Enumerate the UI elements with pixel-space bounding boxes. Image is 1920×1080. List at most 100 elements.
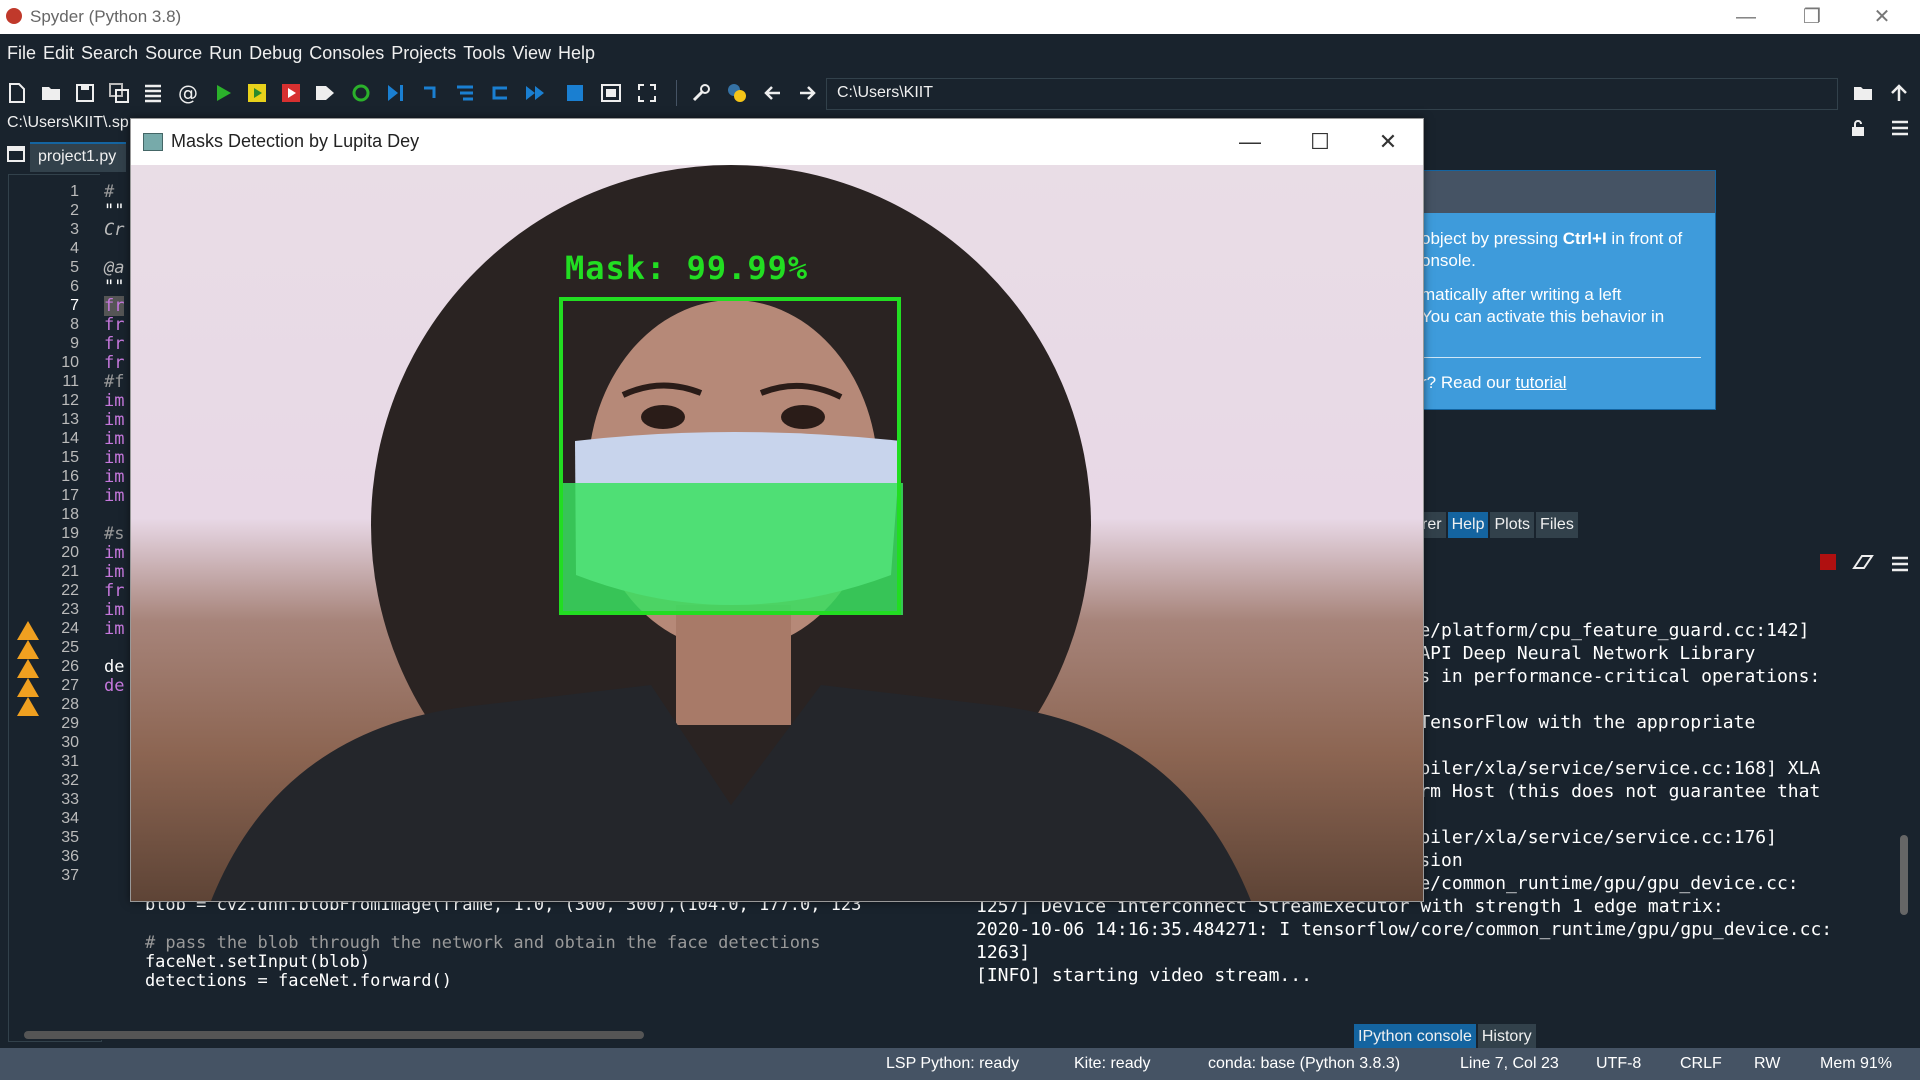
help-text-line: You can activate this behavior in: [1421, 307, 1665, 326]
line-number: 5: [70, 259, 79, 276]
code-line: "": [104, 277, 125, 297]
line-number: 14: [61, 430, 79, 447]
line-number: 1: [70, 183, 79, 200]
save-icon[interactable]: [74, 82, 96, 104]
menu-view[interactable]: View: [512, 43, 551, 64]
warning-icon[interactable]: [17, 659, 39, 678]
open-file-icon[interactable]: [40, 82, 62, 104]
line-number: 10: [61, 354, 79, 371]
preferences-wrench-icon[interactable]: [690, 82, 712, 104]
console-line: ild TensorFlow with the appropriate: [1376, 712, 1756, 733]
console-line: /core/common_runtime/gpu/gpu_device.cc:: [1376, 873, 1799, 894]
tab-history[interactable]: History: [1477, 1024, 1536, 1050]
console-vertical-scrollbar[interactable]: [1900, 835, 1908, 915]
code-line: faceNet.setInput(blob): [104, 952, 371, 972]
forward-arrow-icon[interactable]: [796, 82, 818, 104]
step-icon[interactable]: [420, 82, 442, 104]
help-text-line: r? Read our tutorial: [1421, 373, 1567, 393]
options-menu-icon[interactable]: [1890, 118, 1910, 138]
run-cell-icon[interactable]: [246, 82, 268, 104]
line-number: 30: [61, 734, 79, 751]
line-number: 32: [61, 772, 79, 789]
run-icon[interactable]: [212, 82, 234, 104]
restore-button[interactable]: ❐: [1782, 0, 1842, 34]
at-icon[interactable]: @: [176, 82, 198, 104]
console-line: atform Host (this does not guarantee tha…: [1376, 781, 1821, 802]
save-all-icon[interactable]: [108, 82, 130, 104]
browse-tabs-icon[interactable]: [6, 144, 26, 164]
back-arrow-icon[interactable]: [762, 82, 784, 104]
right-top-tabbar: rer Help Plots Files: [1418, 512, 1580, 538]
editor-file-path: C:\Users\KIIT\.sp: [7, 114, 129, 131]
code-line: im: [104, 543, 125, 563]
new-file-icon[interactable]: [6, 82, 28, 104]
lock-icon[interactable]: [1848, 118, 1868, 138]
line-number: 35: [61, 829, 79, 846]
parent-dir-arrow-icon[interactable]: [1888, 82, 1910, 104]
maximize-pane-icon[interactable]: [600, 82, 622, 104]
working-directory-combobox[interactable]: C:\Users\KIIT: [826, 78, 1838, 110]
stop-debug-icon[interactable]: [564, 82, 586, 104]
help-text: r? Read our: [1421, 373, 1516, 392]
popup-maximize-button[interactable]: ☐: [1285, 119, 1355, 165]
browse-folder-icon[interactable]: [1852, 82, 1874, 104]
menu-search[interactable]: Search: [81, 43, 138, 64]
minimize-button[interactable]: —: [1716, 0, 1776, 34]
line-number: 34: [61, 810, 79, 827]
run-cell-advance-icon[interactable]: [280, 82, 302, 104]
tab-files[interactable]: Files: [1536, 512, 1578, 538]
warning-icon[interactable]: [17, 621, 39, 640]
console-tabbar: IPython console History: [1354, 1024, 1538, 1050]
code-line: "": [104, 201, 125, 221]
tab-help[interactable]: Help: [1447, 512, 1489, 538]
line-number: 22: [61, 582, 79, 599]
menu-tools[interactable]: Tools: [463, 43, 505, 64]
line-number: 24: [61, 620, 79, 637]
continue-icon[interactable]: [524, 82, 546, 104]
help-divider: [1421, 357, 1701, 358]
tab-plots[interactable]: Plots: [1490, 512, 1535, 538]
menu-help[interactable]: Help: [558, 43, 595, 64]
warning-icon[interactable]: [17, 697, 39, 716]
close-button[interactable]: ✕: [1852, 0, 1912, 34]
run-selection-icon[interactable]: [314, 82, 336, 104]
console-line: /compiler/xla/service/service.cc:168] XL…: [1376, 758, 1821, 779]
help-text-line: matically after writing a left: [1421, 285, 1622, 304]
line-number: 25: [61, 639, 79, 656]
line-number: 9: [70, 335, 79, 352]
menu-debug[interactable]: Debug: [249, 43, 302, 64]
menu-edit[interactable]: Edit: [43, 43, 74, 64]
help-text-line: object by pressing Ctrl+I in front of: [1421, 229, 1682, 249]
step-into-icon[interactable]: [454, 82, 476, 104]
rerun-icon[interactable]: [350, 82, 372, 104]
popup-close-button[interactable]: ✕: [1353, 119, 1423, 165]
tab-ipython-console[interactable]: IPython console: [1354, 1024, 1476, 1050]
python-path-icon[interactable]: [726, 82, 748, 104]
editor-horizontal-scrollbar[interactable]: [24, 1031, 644, 1039]
console-line: /compiler/xla/service/service.cc:176]: [1376, 827, 1777, 848]
popup-minimize-button[interactable]: —: [1215, 119, 1285, 165]
editor-tab-project1[interactable]: project1.py: [30, 142, 126, 172]
menu-file[interactable]: File: [7, 43, 36, 64]
popup-title: Masks Detection by Lupita Dey: [171, 131, 420, 151]
debug-icon[interactable]: [384, 82, 406, 104]
neck-shape: [676, 605, 791, 725]
line-number: 27: [61, 677, 79, 694]
outline-icon[interactable]: [142, 82, 164, 104]
help-text: object by pressing: [1421, 229, 1563, 248]
kite-status: Kite: ready: [1074, 1055, 1151, 1072]
menu-source[interactable]: Source: [145, 43, 202, 64]
line-number: 26: [61, 658, 79, 675]
code-line: #s: [104, 524, 125, 544]
line-number: 11: [62, 373, 79, 390]
warning-icon[interactable]: [17, 678, 39, 697]
tutorial-link[interactable]: tutorial: [1516, 373, 1567, 392]
menu-projects[interactable]: Projects: [391, 43, 456, 64]
warning-icon[interactable]: [17, 640, 39, 659]
menu-run[interactable]: Run: [209, 43, 242, 64]
fullscreen-icon[interactable]: [636, 82, 658, 104]
code-line: #: [104, 182, 115, 202]
window-app-icon: [143, 133, 163, 151]
step-return-icon[interactable]: [488, 82, 510, 104]
menu-consoles[interactable]: Consoles: [309, 43, 384, 64]
